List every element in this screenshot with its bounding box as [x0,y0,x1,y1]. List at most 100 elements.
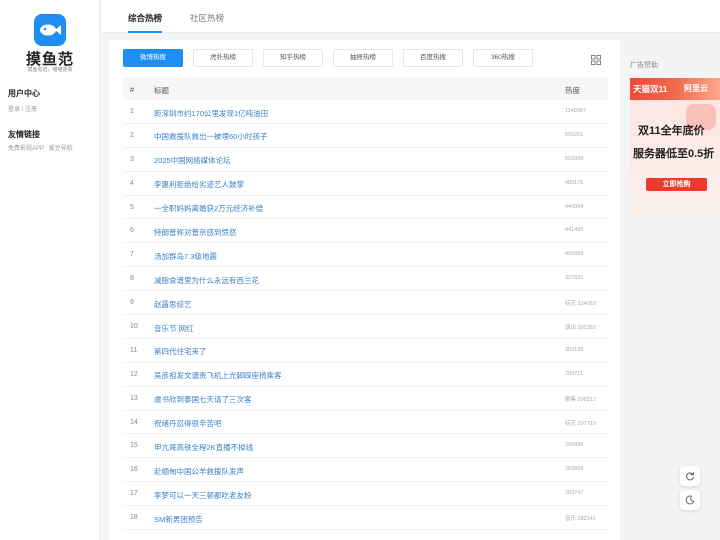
table-row[interactable]: 18 SM新男团预告 音乐 282141 [123,506,608,531]
row-title-link[interactable]: 虞书欣到泰国七天请了三次客 [154,394,252,405]
ad-buy-button[interactable]: 立即抢购 [646,178,707,191]
row-heat: 剧集 298312 [565,396,596,403]
auth-links: 登录 / 注册 [8,104,37,113]
row-title-link[interactable]: 赵露思综艺 [154,299,192,310]
row-heat: 演出 302383 [565,325,596,332]
ad-headline: 双11全年底价 [638,125,705,137]
sidebar: 摸鱼范 摸鱼有范，喵喵更高 用户中心 登录 / 注册 友情链接 免费影视APP … [0,0,100,540]
row-rank: 8 [130,275,134,283]
row-title-link[interactable]: 音乐节 网红 [154,323,194,334]
row-heat: 327831 [565,275,584,282]
row-title-link[interactable]: 李惠利拒绝给劣迹艺人鼓掌 [154,179,244,190]
source-tab-hupu[interactable]: 虎扑热榜 [193,49,253,67]
row-heat: 296895 [565,442,584,449]
row-rank: 11 [130,346,138,354]
row-rank: 3 [130,155,134,163]
row-heat: 599201 [565,131,584,138]
tab-community[interactable]: 社区热榜 [190,12,224,24]
header-num: # [130,85,135,94]
row-rank: 6 [130,227,134,235]
row-title-link[interactable]: 距深圳市约170公里发现1亿吨油田 [154,108,268,119]
row-rank: 16 [130,466,138,474]
register-link[interactable]: 注册 [25,107,37,113]
table-row[interactable]: 8 减脂食谱里为什么永远有西兰花 327831 [123,267,608,292]
ad-banner[interactable]: 天猫双11 阿里云 双11全年底价 服务器低至0.5折 立即抢购 [630,78,720,216]
row-rank: 5 [130,203,134,211]
row-title-link[interactable]: SM新男团预告 [154,514,203,525]
row-heat: 444364 [565,203,584,210]
table-row[interactable]: 13 虞书欣到泰国七天请了三次客 剧集 298312 [123,387,608,411]
row-heat: 485176 [565,179,584,186]
friend-link-idol-nav[interactable]: 爱豆导航 [49,146,73,152]
row-title-link[interactable]: 中国救援队救出一被埋60小时孩子 [154,131,267,142]
brand-tagline: 摸鱼有范，喵喵更高 [27,67,73,73]
row-title-link[interactable]: 赴缅甸中国公羊救援队发声 [154,466,244,477]
row-title-link[interactable]: 一全职妈妈离婚获2万元经济补偿 [154,203,263,214]
tab-comprehensive[interactable]: 综合热榜 [128,12,163,33]
row-title-link[interactable]: 李梦可以一天三顿都吃老友粉 [154,490,252,501]
ad-subheadline: 服务器低至0.5折 [633,148,715,160]
row-title-link[interactable]: 减脂食谱里为什么永远有西兰花 [154,275,259,286]
table-row[interactable]: 16 赴缅甸中国公羊救援队发声 283868 [123,458,608,483]
friend-links: 免费影视APP 爱豆导航 [8,143,73,152]
row-heat: 263747 [565,490,584,497]
table-row[interactable]: 3 2025中国网络媒体论坛 502009 [123,148,608,172]
refresh-button[interactable] [680,466,700,486]
row-heat: 502009 [565,155,584,162]
ad-body: 双11全年底价 服务器低至0.5折 立即抢购 [630,100,720,216]
friend-link-movie-app[interactable]: 免费影视APP [8,146,44,152]
table-row[interactable]: 6 特朗普称对普京感到愤怒 441455 [123,219,608,244]
row-title-link[interactable]: 2025中国网络媒体论坛 [154,155,231,166]
refresh-icon [686,471,694,481]
source-tab-chouti[interactable]: 抽屉热榜 [333,49,393,67]
login-link[interactable]: 登录 [8,107,20,113]
row-title-link[interactable]: 特朗普称对普京感到愤怒 [154,227,237,238]
table-body: 1 距深圳市约170公里发现1亿吨油田 1140387 2 中国救援队救出一被埋60小时… [123,100,608,531]
header-heat: 热度 [565,86,580,95]
row-rank: 10 [130,323,138,331]
row-title-link[interactable]: 祝绪丹忍得很辛苦吧 [154,418,222,429]
grid-icon[interactable] [591,55,601,65]
source-tab-baidu[interactable]: 百度热搜 [403,49,463,67]
table-row[interactable]: 5 一全职妈妈离婚获2万元经济补偿 444364 [123,196,608,220]
ad-brand-aliyun: 阿里云 [684,84,708,93]
table-row[interactable]: 4 李惠利拒绝给劣迹艺人鼓掌 485176 [123,172,608,196]
source-tab-weibo[interactable]: 微博热搜 [123,49,183,67]
row-heat: 1140387 [565,108,587,114]
row-rank: 2 [130,131,134,139]
row-title-link[interactable]: 甲亢哥高铁全程2K直播不掉线 [154,442,253,453]
dark-mode-button[interactable] [680,490,700,510]
row-title-link[interactable]: 汤加群岛7.3级地震 [154,251,217,262]
table-row[interactable]: 2 中国救援队救出一被埋60小时孩子 599201 [123,124,608,148]
table-row[interactable]: 12 吴彦祖发文谴责飞机上光脚踩座椅乘客 299711 [123,363,608,387]
table-row[interactable]: 1 距深圳市约170公里发现1亿吨油田 1140387 [123,100,608,124]
row-rank: 7 [130,251,134,259]
row-rank: 13 [130,394,138,402]
row-title-link[interactable]: 第四代住宅来了 [154,346,207,357]
fish-logo-icon[interactable] [34,14,66,46]
table-header: # 标题 热度 [123,78,608,100]
user-center-heading: 用户中心 [8,89,40,98]
table-row[interactable]: 15 甲亢哥高铁全程2K直播不掉线 296895 [123,434,608,459]
row-rank: 18 [130,514,138,522]
ad-header: 天猫双11 阿里云 [630,78,720,100]
table-row[interactable]: 10 音乐节 网红 演出 302383 [123,315,608,339]
table-row[interactable]: 17 李梦可以一天三顿都吃老友粉 263747 [123,482,608,507]
row-rank: 12 [130,370,138,378]
hot-list-table: # 标题 热度 1 距深圳市约170公里发现1亿吨油田 1140387 2 中国救援队救… [123,78,608,531]
row-heat: 283868 [565,466,584,473]
row-rank: 9 [130,299,134,307]
source-tab-zhihu[interactable]: 知乎热榜 [263,49,323,67]
row-heat: 音乐 282141 [565,516,596,523]
table-row[interactable]: 9 赵露思综艺 综艺 314063 [123,291,608,316]
auth-separator: / [21,107,24,113]
source-tab-360[interactable]: 360热搜 [473,49,533,67]
header-title: 标题 [154,86,169,95]
table-row[interactable]: 7 汤加群岛7.3级地震 405668 [123,243,608,268]
row-rank: 15 [130,442,138,450]
row-rank: 14 [130,418,138,426]
table-row[interactable]: 14 祝绪丹忍得很辛苦吧 综艺 297719 [123,411,608,435]
table-row[interactable]: 11 第四代住宅来了 302128 [123,339,608,363]
row-heat: 302128 [565,346,584,353]
row-title-link[interactable]: 吴彦祖发文谴责飞机上光脚踩座椅乘客 [154,370,282,381]
